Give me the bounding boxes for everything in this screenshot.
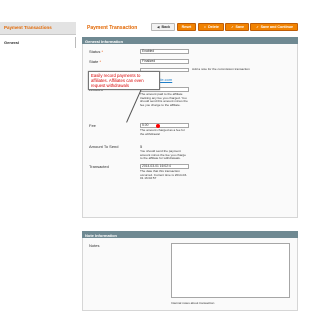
sidebar-tab-general[interactable]: General: [0, 37, 76, 48]
note-information-header: Note Information: [82, 231, 298, 238]
amount-to-send-row: Amount To Send 5 You should send the pay…: [89, 144, 294, 161]
fee-row: Fee 5.00 The amount charged as a fee for…: [89, 123, 294, 136]
reset-label: Reset: [181, 25, 192, 29]
back-icon: ◀: [157, 25, 160, 29]
fee-label: Fee: [89, 123, 96, 128]
sidebar-title: Payment Transactions: [0, 22, 76, 35]
page-header: Payment Transaction ◀ Back Reset × Delet…: [82, 23, 298, 37]
fee-note: The amount charged as a fee for the with…: [140, 128, 185, 136]
status-row: Status * Enabled: [89, 49, 294, 54]
promo-tooltip: Easily record payments to affiliates. Af…: [88, 71, 160, 90]
sidebar: Payment Transactions General: [0, 22, 76, 48]
amount-to-send-label: Amount To Send: [89, 144, 119, 149]
save-continue-label: Save and Continue: [260, 25, 293, 29]
note-information-section: Note Information Notes Internal notes ab…: [82, 231, 298, 311]
main-content: Payment Transaction ◀ Back Reset × Delet…: [82, 23, 298, 311]
amount-row: Amount * 10.00 The amount paid to the af…: [89, 87, 294, 108]
delete-button[interactable]: × Delete: [197, 23, 224, 31]
delete-label: Delete: [208, 25, 219, 29]
status-select[interactable]: Enabled: [140, 49, 189, 54]
transacted-label: Transacted: [89, 164, 109, 169]
status-label: Status *: [89, 49, 104, 54]
save-label: Save: [235, 25, 244, 29]
save-continue-icon: ✓: [256, 25, 259, 29]
callout-dot-icon: [156, 124, 160, 128]
save-icon: ✓: [231, 25, 234, 29]
back-label: Back: [161, 25, 171, 29]
delete-icon: ×: [203, 25, 206, 29]
save-continue-button[interactable]: ✓ Save and Continue: [250, 23, 298, 31]
state-label: State *: [89, 59, 102, 64]
state-select[interactable]: Finalized: [140, 59, 189, 64]
notes-label: Notes: [89, 243, 100, 248]
notes-textarea[interactable]: [171, 243, 290, 298]
general-information-section: General Information Status * Enabled Sta…: [82, 37, 298, 218]
toolbar: ◀ Back Reset × Delete ✓ Save ✓ Save and …: [151, 23, 298, 31]
amount-label: Amount *: [89, 87, 140, 108]
note-information-fieldset: Notes Internal notes about transaction: [82, 238, 298, 311]
amount-note: The amount paid to the affiliate trackin…: [140, 92, 188, 108]
state-row: State * Finalized: [89, 59, 294, 64]
amount-to-send-note: You should send the payment amount minus…: [140, 149, 186, 161]
transacted-row: Transacted 2014-03-01 16:02:4 The date t…: [89, 164, 294, 181]
reset-button[interactable]: Reset: [176, 23, 197, 31]
description-note: Add a note for the commission transactio…: [192, 67, 250, 71]
general-information-header: General Information: [82, 37, 298, 44]
page-title: Payment Transaction: [87, 25, 138, 31]
notes-footer-note: Internal notes about transaction: [171, 301, 215, 305]
save-button[interactable]: ✓ Save: [225, 23, 249, 31]
transacted-note: The date that this transaction occurred.…: [140, 169, 188, 181]
back-button[interactable]: ◀ Back: [151, 23, 176, 31]
